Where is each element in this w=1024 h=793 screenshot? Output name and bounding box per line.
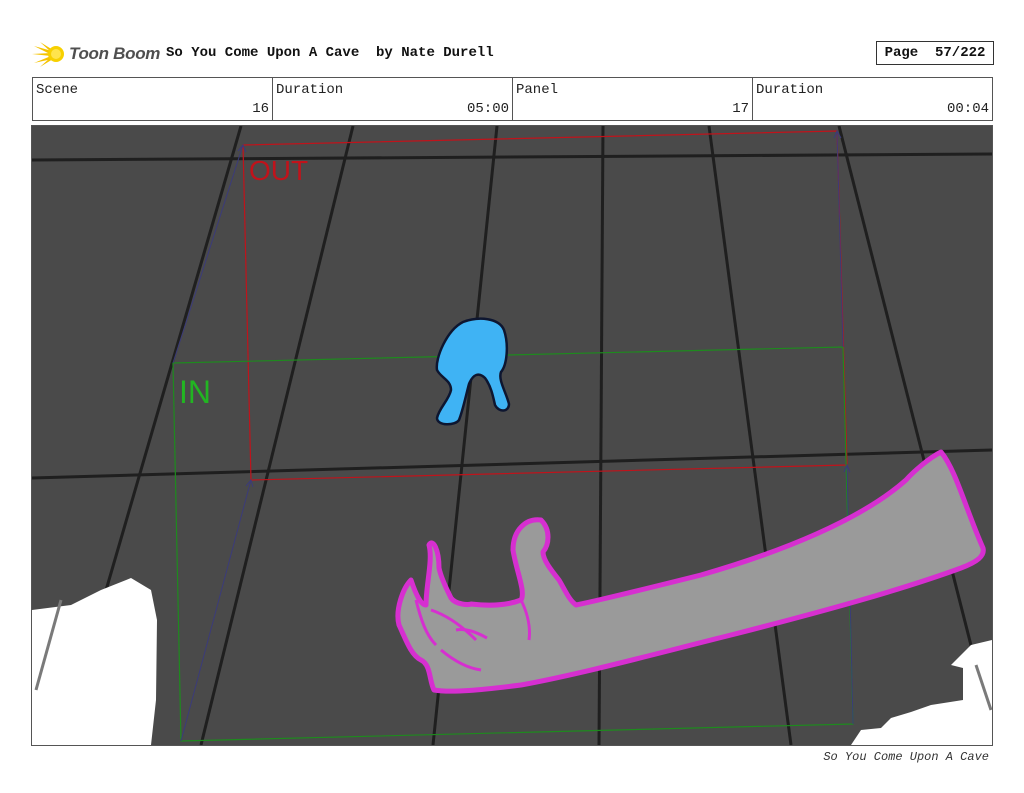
scene-cell: Scene 16	[33, 78, 273, 120]
in-frame-label: IN	[179, 374, 211, 410]
footer-title: So You Come Upon A Cave	[823, 750, 989, 764]
out-frame-label: OUT	[249, 155, 308, 186]
scene-duration-value: 05:00	[466, 101, 509, 117]
scene-label: Scene	[36, 82, 79, 98]
panel-cell: Panel 17	[513, 78, 753, 120]
scene-duration-cell: Duration 05:00	[273, 78, 513, 120]
document-title: So You Come Upon A Cave by Nate Durell	[166, 45, 494, 61]
panel-label: Panel	[516, 82, 559, 98]
panel-duration-cell: Duration 00:04	[753, 78, 992, 120]
toon-boom-logo: Toon Boom	[32, 38, 160, 70]
panel-info-table: Scene 16 Duration 05:00 Panel 17 Duratio…	[32, 77, 993, 121]
panel-drawing: OUT IN	[32, 126, 992, 745]
panel-duration-label: Duration	[756, 82, 824, 98]
scene-value: 16	[252, 101, 269, 117]
storyboard-panel: OUT IN	[31, 125, 993, 746]
sun-burst-icon	[32, 42, 64, 67]
panel-duration-value: 00:04	[946, 101, 989, 117]
scene-duration-label: Duration	[276, 82, 344, 98]
logo-text: Toon Boom	[69, 44, 161, 63]
panel-value: 17	[732, 101, 749, 117]
storyboard-header: Toon Boom So You Come Upon A Cave by Nat…	[32, 38, 994, 70]
page-number: Page 57/222	[876, 41, 994, 65]
